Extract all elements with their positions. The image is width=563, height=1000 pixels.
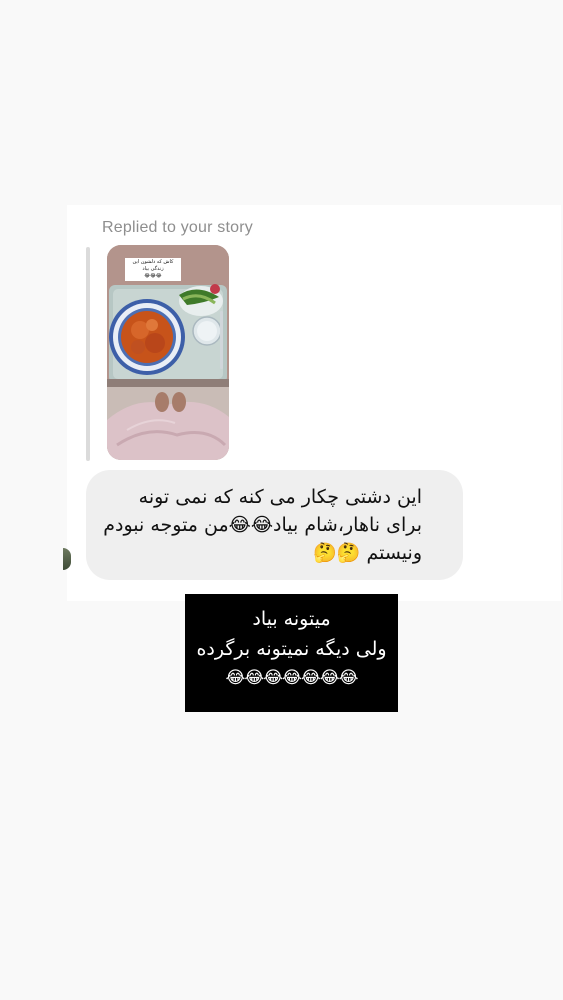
story-caption-text: کاش که دلشون این زندگی بیاد: [132, 259, 174, 272]
message-bubble[interactable]: این دشتی چکار می کنه که نمی تونه برای نا…: [86, 470, 463, 580]
message-text: این دشتی چکار می کنه که نمی تونه برای نا…: [103, 486, 422, 564]
overlay-emojis: 😂😂😂😂😂😂😂: [225, 668, 358, 688]
caption-overlay: میتونه بیاد ولی دیگه نمیتونه برگرده 😂😂😂😂…: [185, 594, 398, 712]
replied-to-story-label: Replied to your story: [102, 219, 253, 236]
overlay-line-1: میتونه بیاد: [252, 608, 331, 630]
story-thumbnail[interactable]: کاش که دلشون این زندگی بیاد 😂😂😂: [107, 245, 229, 460]
overlay-line-2: ولی دیگه نمیتونه برگرده: [196, 638, 387, 660]
quote-bar: [86, 247, 90, 461]
story-caption: کاش که دلشون این زندگی بیاد 😂😂😂: [125, 258, 181, 281]
story-caption-emojis: 😂😂😂: [144, 273, 162, 279]
